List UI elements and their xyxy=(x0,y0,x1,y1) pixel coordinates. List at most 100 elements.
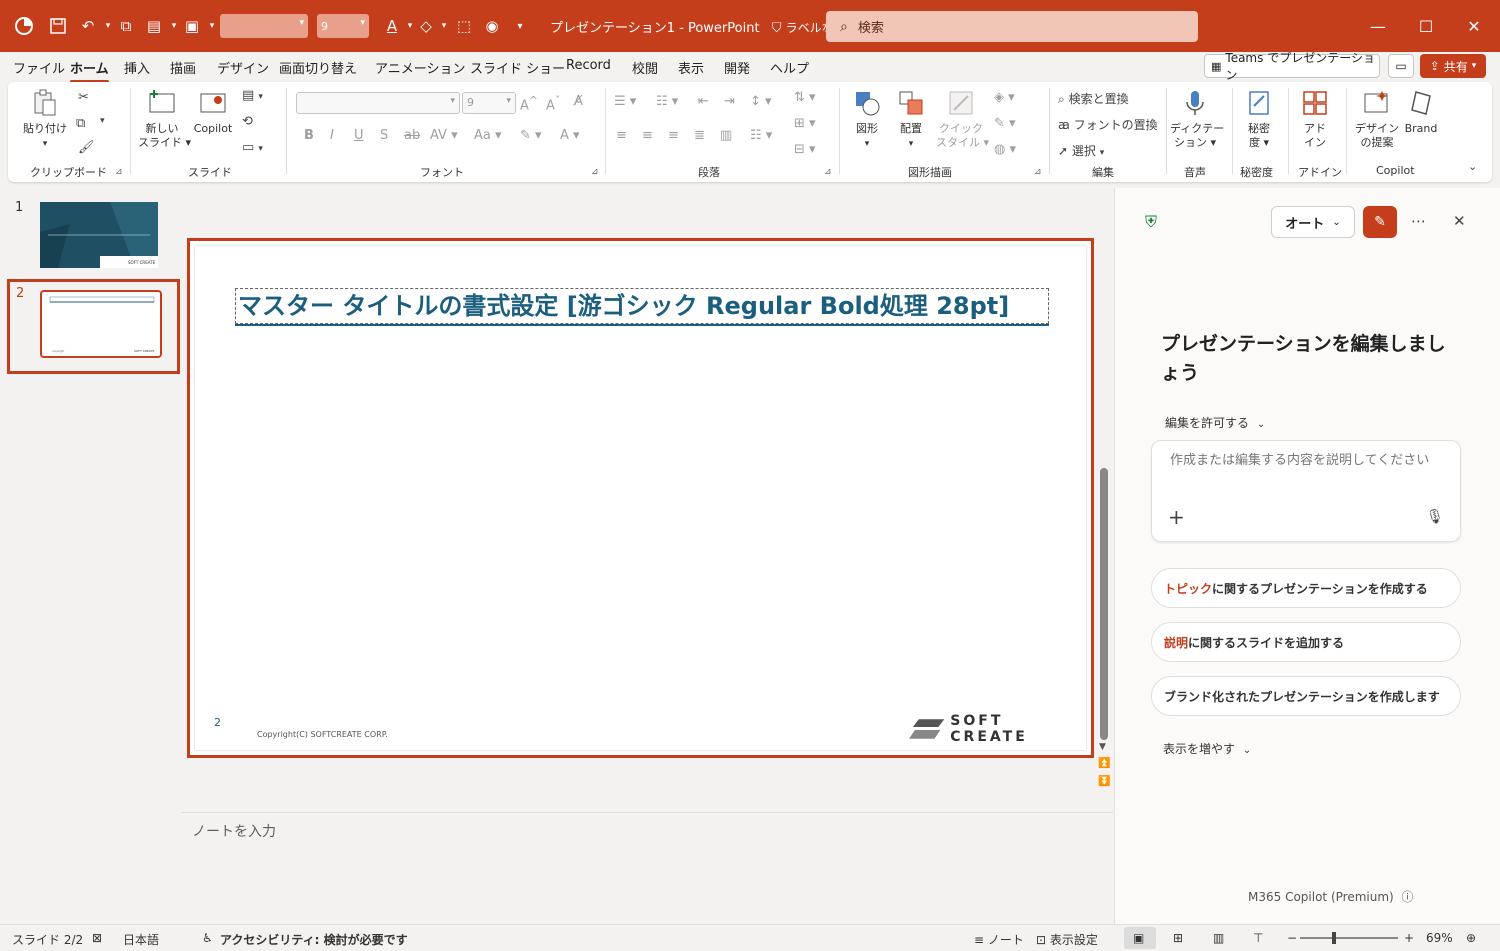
tab-draw[interactable]: 描画 xyxy=(170,58,196,77)
scrollbar-thumb[interactable] xyxy=(1100,468,1108,740)
reading-view-icon[interactable]: ▥ xyxy=(1213,931,1224,945)
shape-outline-icon[interactable]: ✎ ▾ xyxy=(994,116,1016,131)
show-more-button[interactable]: 表示を増やす ⌄ xyxy=(1163,740,1251,757)
customize-qa-icon[interactable]: ▾ xyxy=(508,14,532,38)
align-right-icon[interactable]: ≡ xyxy=(668,128,679,143)
select-button[interactable]: ➚ 選択 ▾ xyxy=(1058,142,1104,159)
cut-icon[interactable]: ✂ xyxy=(78,90,89,105)
increase-indent-icon[interactable]: ⇥ xyxy=(724,94,735,109)
suggestion-create-topic[interactable]: トピック に関するプレゼンテーションを作成する xyxy=(1151,568,1461,608)
font-name-input[interactable]: ▾ xyxy=(296,92,460,114)
smartart-icon[interactable]: ⊟ ▾ xyxy=(794,142,816,157)
new-chat-button[interactable]: ✎ xyxy=(1363,206,1397,238)
distributed-icon[interactable]: ▥ xyxy=(720,128,732,143)
notes-toggle[interactable]: ≡ ノート xyxy=(974,931,1024,948)
previous-slide-icon[interactable]: ⏫ xyxy=(1098,758,1110,769)
current-slide[interactable]: マスター タイトルの書式設定 [游ゴシック Regular Bold処理 28p… xyxy=(195,246,1086,750)
brand-button[interactable]: Brand xyxy=(1402,88,1440,136)
find-replace-button[interactable]: ⌕ 検索と置換 xyxy=(1058,90,1129,107)
arrange-button[interactable]: 配置 ▾ xyxy=(890,88,932,151)
designer-button[interactable]: デザイン の提案 xyxy=(1352,88,1402,150)
tab-view[interactable]: 表示 xyxy=(678,58,704,77)
info-icon[interactable]: ⓘ xyxy=(1402,890,1414,904)
decrease-indent-icon[interactable]: ⇤ xyxy=(698,94,709,109)
bold-icon[interactable]: B xyxy=(304,128,314,143)
record-icon[interactable]: ◉ xyxy=(480,14,504,38)
copilot-mode-dropdown[interactable]: オート ⌄ xyxy=(1271,206,1355,238)
add-attachment-icon[interactable]: + xyxy=(1168,505,1185,529)
numbering-icon[interactable]: ☷ ▾ xyxy=(656,94,678,109)
align-left-icon[interactable]: ≡ xyxy=(616,128,627,143)
search-box[interactable]: ⌕ 検索 xyxy=(826,11,1198,42)
display-settings-button[interactable]: ⊡ 表示設定 xyxy=(1036,931,1098,948)
copy-dropdown-icon[interactable]: ▾ xyxy=(100,116,105,126)
next-slide-icon[interactable]: ⏬ xyxy=(1098,776,1110,787)
slide-title-placeholder[interactable]: マスター タイトルの書式設定 [游ゴシック Regular Bold処理 28p… xyxy=(235,288,1049,324)
close-pane-icon[interactable]: ✕ xyxy=(1453,212,1466,230)
highlight-icon[interactable]: ✎ ▾ xyxy=(520,128,542,143)
start-from-beginning-icon[interactable]: ⧉ xyxy=(114,14,138,38)
clipboard-launcher-icon[interactable]: ⊿ xyxy=(115,167,123,177)
font-size-input[interactable]: 9 ▾ xyxy=(462,92,516,114)
allow-edit-dropdown[interactable]: 編集を許可する ⌄ xyxy=(1165,414,1265,431)
minimize-icon[interactable]: — xyxy=(1366,14,1390,38)
paste-button[interactable]: 貼り付け ▾ xyxy=(22,88,68,151)
sensitivity-button[interactable]: 秘密 度 ▾ xyxy=(1238,88,1280,150)
drawing-launcher-icon[interactable]: ⊿ xyxy=(1034,167,1042,177)
underline-icon[interactable]: U xyxy=(354,128,364,143)
reset-icon[interactable]: ⟲ xyxy=(242,114,253,129)
tab-review[interactable]: 校閲 xyxy=(632,58,658,77)
align-text-icon[interactable]: ⊞ ▾ xyxy=(794,116,816,131)
accessibility-status[interactable]: アクセシビリティ: 検討が必要です xyxy=(220,931,408,948)
format-painter-icon[interactable]: 🖌 xyxy=(78,140,95,155)
shrink-font-icon[interactable]: Aˇ xyxy=(546,94,560,113)
addins-button[interactable]: アド イン xyxy=(1294,88,1336,150)
group-icon[interactable]: ⬚ xyxy=(452,14,476,38)
zoom-out-icon[interactable]: − xyxy=(1287,931,1297,945)
shadow-icon[interactable]: S xyxy=(380,128,388,143)
suggestion-branded[interactable]: ブランド化されたプレゼンテーションを作成します xyxy=(1151,676,1461,716)
more-options-icon[interactable]: ⋯ xyxy=(1411,212,1426,230)
layout-icon-ribbon[interactable]: ▤ ▾ xyxy=(242,88,263,103)
shape-effects-icon[interactable]: ◍ ▾ xyxy=(994,142,1016,157)
slide-thumbnail-2[interactable]: Copyright SOFT CREATE xyxy=(40,290,162,358)
text-direction-icon[interactable]: ⇅ ▾ xyxy=(794,90,816,105)
spellcheck-icon[interactable]: ⊠ xyxy=(92,931,102,945)
copilot-ribbon-button[interactable]: Copilot xyxy=(190,88,236,136)
new-slide-button[interactable]: 新しい スライド ▾ xyxy=(138,88,191,150)
tab-home[interactable]: ホーム xyxy=(70,58,109,83)
copy-icon[interactable]: ⧉ xyxy=(76,116,85,131)
slide-sorter-icon[interactable]: ⊞ xyxy=(1173,931,1183,945)
char-spacing-icon[interactable]: AV ▾ xyxy=(430,128,458,143)
teams-present-button[interactable]: ▦ Teams でプレゼンテーション xyxy=(1204,51,1380,82)
share-button[interactable]: ⇪ 共有 ▾ xyxy=(1420,54,1486,78)
slideshow-view-icon[interactable]: ⊤ xyxy=(1253,931,1263,945)
align-center-icon[interactable]: ≡ xyxy=(642,128,653,143)
collapse-ribbon-icon[interactable]: ⌄ xyxy=(1468,160,1477,173)
italic-icon[interactable]: I xyxy=(330,128,334,143)
justify-icon[interactable]: ≣ xyxy=(694,128,705,143)
copilot-prompt-input[interactable]: 作成または編集する内容を説明してください + 🎙 xyxy=(1151,440,1461,542)
clear-format-icon[interactable]: A̸ xyxy=(574,94,583,109)
line-spacing-icon[interactable]: ↕ ▾ xyxy=(750,94,772,109)
scroll-down-icon[interactable]: ▼ xyxy=(1099,742,1106,752)
zoom-level[interactable]: 69% xyxy=(1426,931,1453,945)
columns-icon[interactable]: ☷ ▾ xyxy=(750,128,772,143)
font-size-combo[interactable]: 9 ▾ xyxy=(317,14,369,38)
zoom-in-icon[interactable]: + xyxy=(1404,931,1414,945)
grow-font-icon[interactable]: A^ xyxy=(520,94,538,113)
tab-help[interactable]: ヘルプ xyxy=(770,58,809,77)
font-launcher-icon[interactable]: ⊿ xyxy=(591,167,599,177)
section-icon[interactable]: ▭ ▾ xyxy=(242,140,263,155)
dictate-button[interactable]: ディクテー ション ▾ xyxy=(1170,88,1224,150)
tab-transitions[interactable]: 画面切り替え xyxy=(279,58,357,77)
comments-button[interactable]: ▭ xyxy=(1388,54,1414,78)
slide-thumbnail-2-selected[interactable]: 2 Copyright SOFT CREATE xyxy=(7,279,180,374)
shapes-button[interactable]: 図形 ▾ xyxy=(846,88,888,151)
tab-developer[interactable]: 開発 xyxy=(724,58,750,77)
suggestion-add-slide[interactable]: 説明 に関するスライドを追加する xyxy=(1151,622,1461,662)
slide-thumbnail-1[interactable]: SOFT CREATE xyxy=(40,202,158,268)
language[interactable]: 日本語 xyxy=(123,931,159,948)
tab-file[interactable]: ファイル xyxy=(13,58,65,77)
close-icon[interactable]: ✕ xyxy=(1462,14,1486,38)
